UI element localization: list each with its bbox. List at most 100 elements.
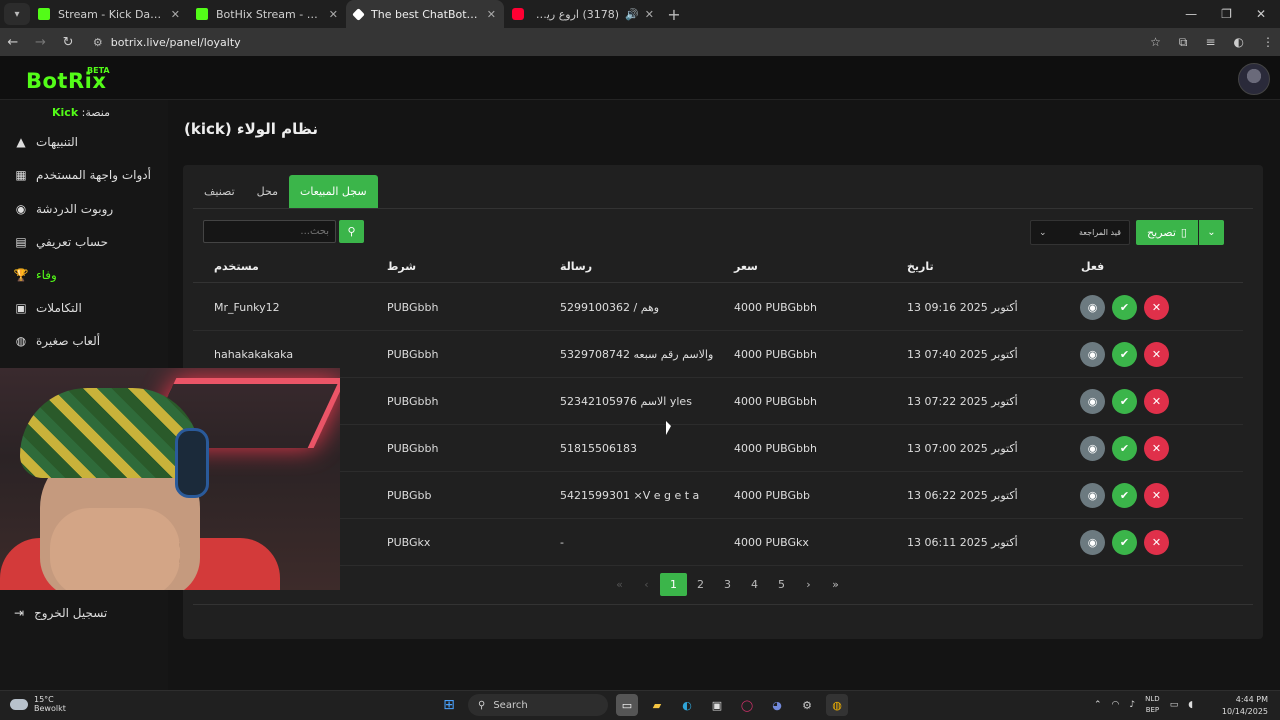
taskbar-search[interactable]: ⚲ Search: [468, 694, 608, 716]
edge-icon[interactable]: ◐: [676, 694, 698, 716]
approve-button[interactable]: ✔: [1112, 436, 1137, 461]
extensions-icon[interactable]: ⧉: [1179, 35, 1188, 50]
clock-time: 4:44 PM: [1235, 695, 1268, 704]
close-icon[interactable]: ✕: [171, 8, 180, 21]
export-dropdown-button[interactable]: ⌄: [1199, 220, 1224, 245]
settings-icon[interactable]: ⚙: [796, 694, 818, 716]
prev-page-button[interactable]: ‹: [633, 573, 660, 596]
language-indicator[interactable]: NLD BEP: [1145, 694, 1160, 716]
windows-start-icon[interactable]: ⊞: [438, 694, 460, 716]
task-view-icon[interactable]: ▭: [616, 694, 638, 716]
tab-ranking[interactable]: تصنيف: [193, 175, 246, 208]
sidebar-item-widgets[interactable]: ▦ أدوات واجهة المستخدم: [0, 163, 168, 187]
reload-icon[interactable]: ↻: [61, 35, 75, 50]
tab-shop[interactable]: محل: [246, 175, 289, 208]
reject-button[interactable]: ✕: [1144, 483, 1169, 508]
microphone-icon[interactable]: ♪: [1129, 700, 1135, 710]
site-info-icon[interactable]: ⚙: [93, 36, 103, 49]
monitor-icon[interactable]: ▭: [1170, 700, 1179, 710]
back-icon[interactable]: ←: [6, 35, 20, 50]
chevron-up-icon[interactable]: ⌃: [1094, 700, 1102, 710]
sidebar-item-minigames[interactable]: ◍ ألعاب صغيرة: [0, 329, 168, 353]
warning-icon: ▲: [16, 135, 26, 149]
reject-button[interactable]: ✕: [1144, 436, 1169, 461]
view-button[interactable]: ◉: [1080, 530, 1105, 555]
reject-button[interactable]: ✕: [1144, 530, 1169, 555]
minimize-icon[interactable]: —: [1185, 7, 1197, 21]
browser-tab-bothix-stream[interactable]: BotHix Stream - Watch Live on ✕: [188, 0, 346, 28]
header-price[interactable]: سعر: [734, 260, 758, 273]
page-button-4[interactable]: 4: [741, 573, 768, 596]
file-explorer-icon[interactable]: ▰: [646, 694, 668, 716]
restore-icon[interactable]: ❐: [1221, 7, 1232, 21]
close-icon: ✕: [1151, 489, 1162, 502]
store-icon[interactable]: ▣: [706, 694, 728, 716]
bookmark-star-icon[interactable]: ☆: [1150, 35, 1161, 50]
header-message[interactable]: رسالة: [560, 260, 592, 273]
chrome-icon[interactable]: ◍: [826, 694, 848, 716]
page-button-3[interactable]: 3: [714, 573, 741, 596]
search-input[interactable]: [203, 220, 336, 243]
opera-icon[interactable]: ◯: [736, 694, 758, 716]
header-user[interactable]: مستخدم: [214, 260, 259, 273]
cell-condition: PUBGkx: [387, 536, 431, 549]
browser-tab-youtube[interactable]: (3178) اروع ريمكس عراقي اه 🔊 ✕: [504, 0, 662, 28]
user-avatar[interactable]: [1238, 63, 1270, 95]
speaker-icon[interactable]: 🔊: [625, 8, 639, 21]
view-button[interactable]: ◉: [1080, 436, 1105, 461]
tab-sales-log[interactable]: سجل المبيعات: [288, 175, 378, 208]
export-button[interactable]: تصريح ▯: [1136, 220, 1198, 245]
last-page-button[interactable]: »: [822, 573, 849, 596]
page-button-5[interactable]: 5: [768, 573, 795, 596]
browser-tab-botrix[interactable]: The best ChatBot and Widgets ✕: [346, 0, 504, 28]
clock[interactable]: 4:44 PM 10/14/2025: [1222, 694, 1268, 718]
status-filter-select[interactable]: قيد المراجعة ⌄: [1030, 220, 1130, 245]
view-button[interactable]: ◉: [1080, 483, 1105, 508]
reject-button[interactable]: ✕: [1144, 342, 1169, 367]
tab-search-button[interactable]: ▾: [4, 3, 30, 25]
page-button-1[interactable]: 1: [660, 573, 687, 596]
new-tab-button[interactable]: +: [662, 5, 686, 24]
export-label: تصريح: [1147, 226, 1176, 239]
next-page-button[interactable]: ›: [795, 573, 822, 596]
search-button[interactable]: ⚲: [339, 220, 364, 243]
forward-icon[interactable]: →: [34, 35, 48, 50]
page-button-2[interactable]: 2: [687, 573, 714, 596]
view-button[interactable]: ◉: [1080, 342, 1105, 367]
approve-button[interactable]: ✔: [1112, 342, 1137, 367]
volume-icon[interactable]: ◖: [1188, 700, 1193, 710]
approve-button[interactable]: ✔: [1112, 530, 1137, 555]
approve-button[interactable]: ✔: [1112, 295, 1137, 320]
close-icon[interactable]: ✕: [487, 8, 496, 21]
profile-icon[interactable]: ◐: [1234, 35, 1244, 50]
view-button[interactable]: ◉: [1080, 389, 1105, 414]
reject-button[interactable]: ✕: [1144, 295, 1169, 320]
wifi-icon[interactable]: ◠: [1112, 700, 1120, 710]
sidebar-item-chatbot[interactable]: ◉ روبوت الدردشة: [0, 197, 168, 221]
reject-button[interactable]: ✕: [1144, 389, 1169, 414]
first-page-button[interactable]: «: [606, 573, 633, 596]
reading-list-icon[interactable]: ≡: [1205, 35, 1215, 50]
close-window-icon[interactable]: ✕: [1256, 7, 1266, 21]
approve-button[interactable]: ✔: [1112, 483, 1137, 508]
menu-icon[interactable]: ⋮: [1262, 35, 1274, 50]
approve-button[interactable]: ✔: [1112, 389, 1137, 414]
header-date[interactable]: تاريخ: [907, 260, 934, 273]
browser-tab-kick-dashboard[interactable]: Stream - Kick Dashboard ✕: [30, 0, 188, 28]
url-field[interactable]: ⚙ botrix.live/panel/loyalty: [89, 30, 1136, 54]
logout-button[interactable]: ⇥ تسجيل الخروج: [14, 606, 107, 620]
sidebar-item-profile[interactable]: ▤ حساب تعريفي: [0, 230, 168, 254]
view-button[interactable]: ◉: [1080, 295, 1105, 320]
sidebar-item-loyalty[interactable]: 🏆 وفاء: [0, 263, 168, 287]
close-icon: ✕: [1151, 442, 1162, 455]
close-icon[interactable]: ✕: [645, 8, 654, 21]
discord-icon[interactable]: ◕: [766, 694, 788, 716]
close-icon[interactable]: ✕: [329, 8, 338, 21]
sidebar-item-alerts[interactable]: ▲ التنبيهات: [0, 130, 168, 154]
check-icon: ✔: [1119, 536, 1130, 549]
keyboard-layout: BEP: [1145, 706, 1160, 714]
cell-message: 5421599301 ×V e g e t a: [560, 489, 700, 502]
sidebar-item-integrations[interactable]: ▣ التكاملات: [0, 296, 168, 320]
header-condition[interactable]: شرط: [387, 260, 416, 273]
weather-widget[interactable]: 15°C Bewolkt: [10, 695, 66, 713]
